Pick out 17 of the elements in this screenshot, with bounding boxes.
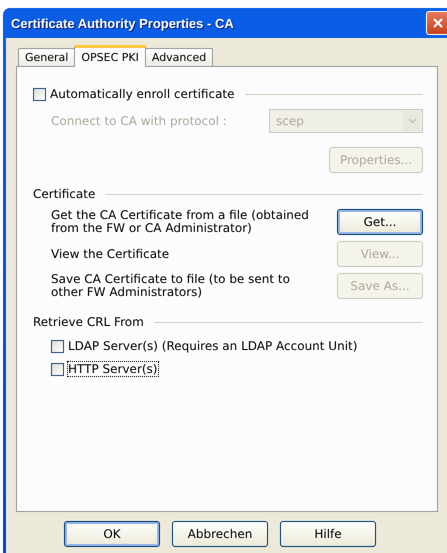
dialog-button[interactable]: Hilfe	[280, 521, 376, 547]
description-text: Save CA Certificate to file (to be sent to other FW Administrators)	[51, 273, 291, 299]
checkbox[interactable]: HTTP Server(s)	[51, 362, 158, 376]
close-icon[interactable]	[426, 11, 447, 35]
tab[interactable]: OPSEC PKI	[74, 45, 146, 67]
tab[interactable]: Advanced	[144, 48, 214, 66]
action-button[interactable]: Get...	[337, 209, 423, 235]
window-title: Certificate Authority Properties - CA	[11, 16, 234, 30]
dialog-button[interactable]: Abbrechen	[172, 521, 268, 547]
group-title: Certificate	[33, 187, 96, 201]
description-text: View the Certificate	[51, 248, 170, 260]
group-title: Retrieve CRL From	[33, 315, 144, 329]
description-text: Get the CA Certificate from a file (obtained from the FW or CA Administrator)	[51, 209, 309, 235]
tab[interactable]: General	[18, 48, 76, 66]
checkbox[interactable]: LDAP Server(s) (Requires an LDAP Account Unit)	[51, 339, 358, 353]
dialog-button[interactable]: OK	[64, 521, 160, 547]
protocol-label: Connect to CA with protocol :	[51, 114, 227, 128]
